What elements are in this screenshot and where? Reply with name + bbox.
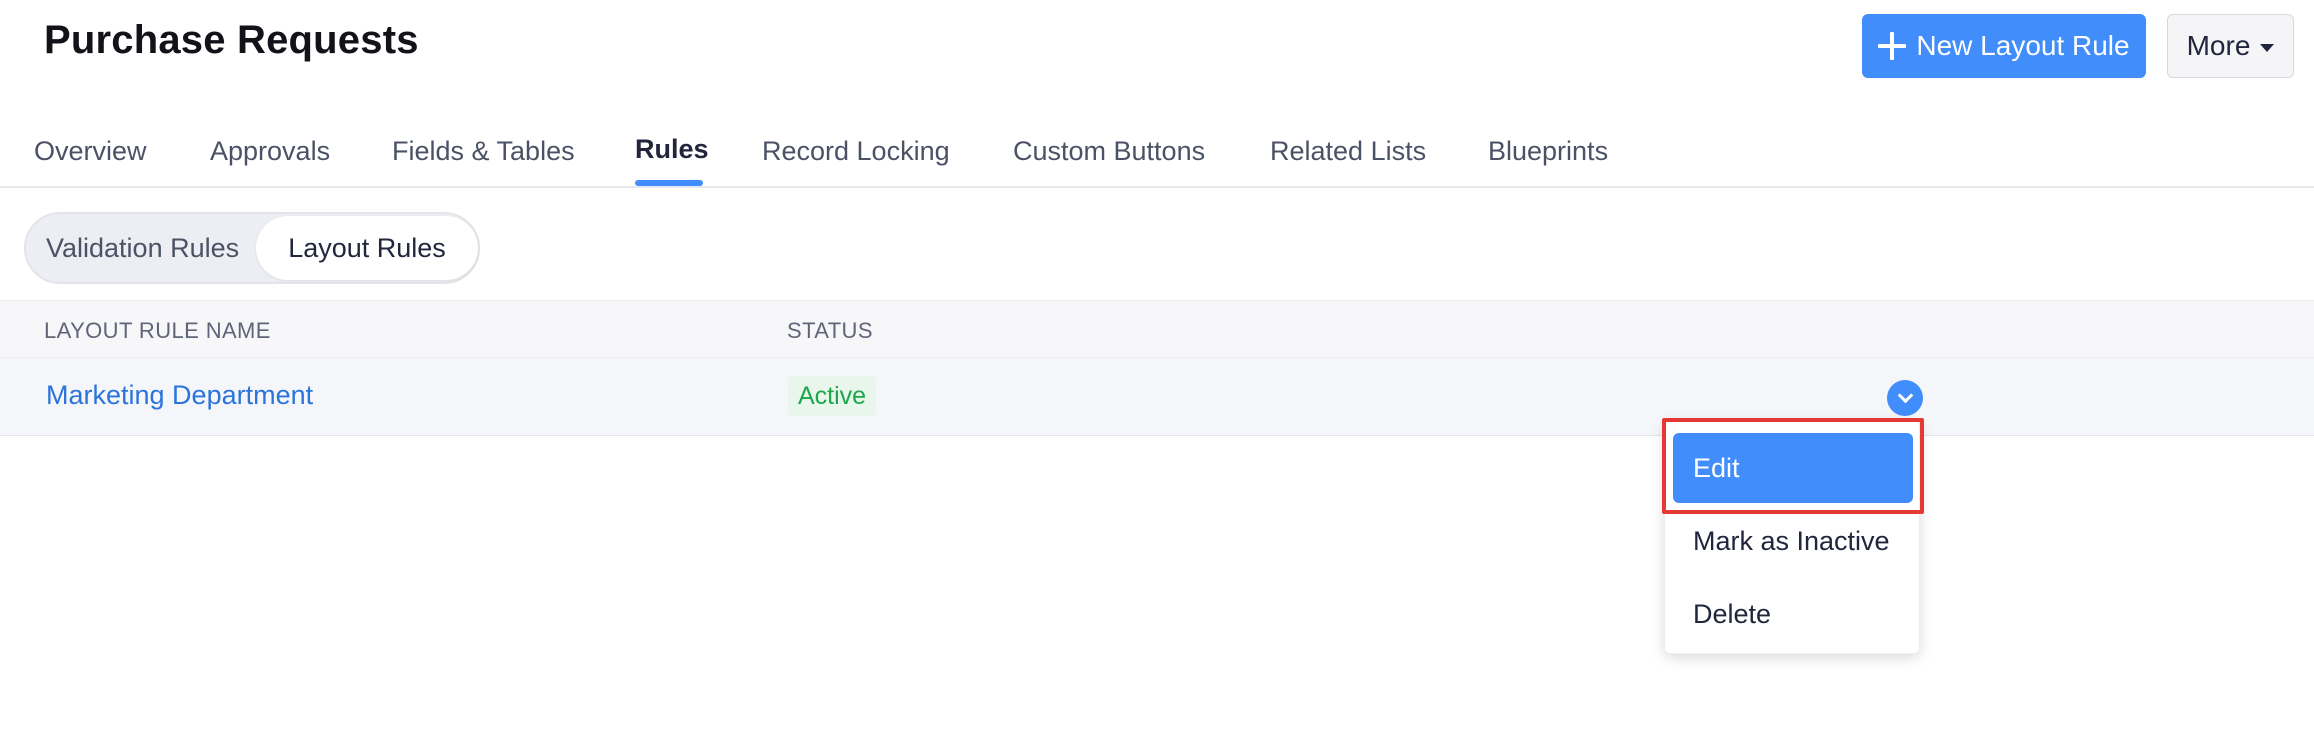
tab-blueprints[interactable]: Blueprints xyxy=(1488,136,1608,167)
page: Purchase Requests New Layout Rule More O… xyxy=(0,0,2314,742)
more-button[interactable]: More xyxy=(2167,14,2294,78)
row-actions-button[interactable] xyxy=(1887,380,1923,416)
tab-custom-buttons[interactable]: Custom Buttons xyxy=(1013,136,1205,167)
tab-fields-tables[interactable]: Fields & Tables xyxy=(392,136,575,167)
caret-down-icon xyxy=(2260,43,2275,52)
tab-rules[interactable]: Rules xyxy=(635,134,709,165)
new-layout-rule-label: New Layout Rule xyxy=(1916,30,2130,61)
new-layout-rule-button[interactable]: New Layout Rule xyxy=(1862,14,2146,78)
status-badge: Active xyxy=(788,376,877,416)
validation-rules-option[interactable]: Validation Rules xyxy=(46,214,239,282)
chevron-down-icon xyxy=(1897,387,1913,404)
tab-related-lists[interactable]: Related Lists xyxy=(1270,136,1426,167)
tab-approvals[interactable]: Approvals xyxy=(210,136,330,167)
module-tabs: Overview Approvals Fields & Tables Rules… xyxy=(0,126,2314,188)
layout-rules-option[interactable]: Layout Rules xyxy=(256,216,478,280)
active-tab-indicator xyxy=(635,180,703,186)
menu-item-mark-inactive[interactable]: Mark as Inactive xyxy=(1673,506,1913,576)
tab-overview[interactable]: Overview xyxy=(34,136,147,167)
menu-item-delete[interactable]: Delete xyxy=(1673,579,1913,649)
column-header-status: STATUS xyxy=(787,318,873,343)
column-header-name: LAYOUT RULE NAME xyxy=(44,318,271,343)
tab-record-locking[interactable]: Record Locking xyxy=(762,136,950,167)
table-header: LAYOUT RULE NAME STATUS xyxy=(0,300,2314,358)
rule-name-link[interactable]: Marketing Department xyxy=(46,380,313,411)
menu-item-edit[interactable]: Edit xyxy=(1673,433,1913,503)
plus-icon xyxy=(1878,32,1907,60)
more-label: More xyxy=(2186,30,2251,61)
row-actions-menu: Edit Mark as Inactive Delete xyxy=(1664,420,1920,654)
table-row: Marketing Department Active xyxy=(0,358,2314,436)
rule-type-toggle: Validation Rules Layout Rules xyxy=(24,212,480,284)
page-title: Purchase Requests xyxy=(44,18,419,62)
